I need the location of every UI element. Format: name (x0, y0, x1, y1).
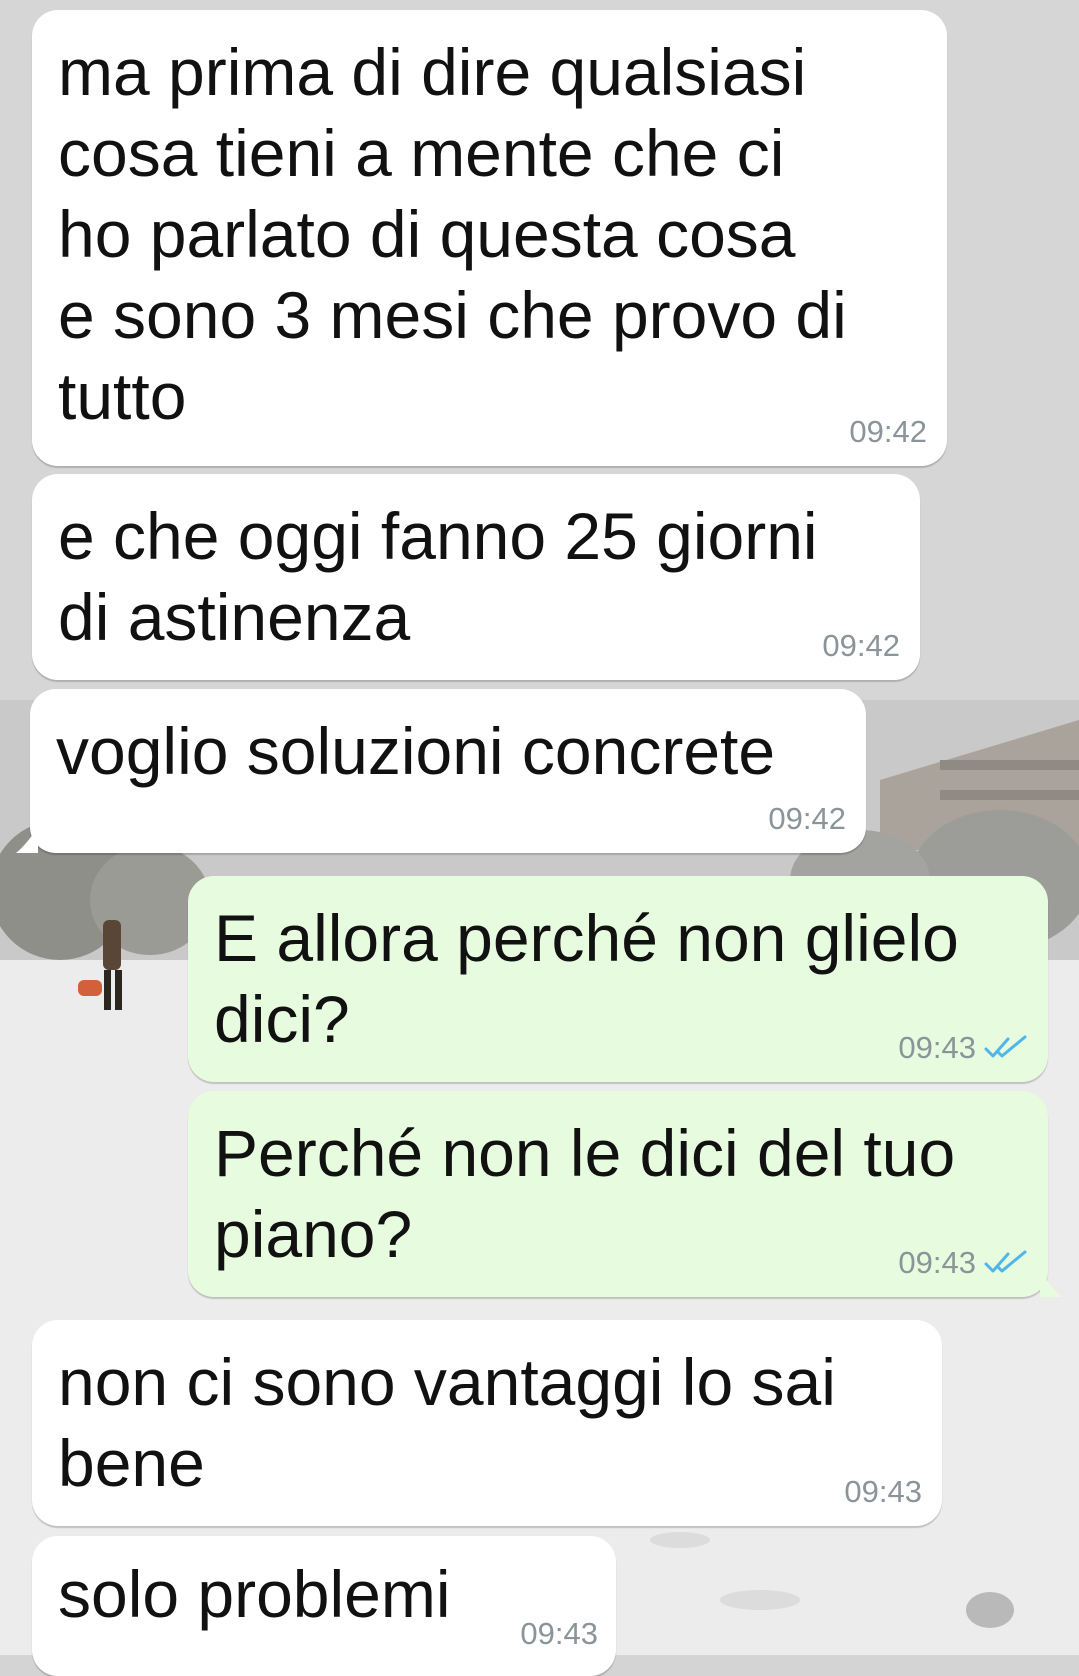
message-meta: 09:43 (898, 1245, 1028, 1281)
chat-message-list[interactable]: ma prima di dire qualsiasi cosa tieni a m… (0, 0, 1079, 1676)
message-timestamp: 09:42 (849, 414, 927, 449)
bubble-tail-icon (1040, 1271, 1062, 1297)
message-text: non ci sono vantaggi lo sai bene (58, 1345, 836, 1500)
incoming-message[interactable]: e che oggi fanno 25 giorni di astinenza 0… (32, 474, 920, 680)
incoming-message[interactable]: non ci sono vantaggi lo sai bene 09:43 (32, 1320, 942, 1526)
message-text: ma prima di dire qualsiasi cosa tieni a m… (58, 35, 847, 433)
double-check-read-icon (984, 1250, 1027, 1273)
incoming-message[interactable]: ma prima di dire qualsiasi cosa tieni a m… (32, 10, 947, 466)
message-timestamp: 09:43 (520, 1616, 598, 1651)
incoming-message[interactable]: voglio soluzioni concrete 09:42 (30, 689, 866, 853)
incoming-message[interactable]: solo problemi 09:43 (32, 1536, 616, 1676)
message-text: voglio soluzioni concrete (56, 714, 776, 788)
message-text: solo problemi (58, 1557, 451, 1631)
message-meta: 09:42 (768, 801, 846, 837)
message-timestamp: 09:43 (898, 1030, 976, 1065)
message-meta: 09:42 (849, 414, 927, 450)
message-meta: 09:43 (898, 1030, 1028, 1066)
message-meta: 09:43 (520, 1616, 598, 1652)
message-meta: 09:42 (822, 628, 900, 664)
double-check-read-icon (984, 1035, 1027, 1058)
message-timestamp: 09:42 (822, 628, 900, 663)
bubble-tail-icon (16, 827, 38, 853)
message-timestamp: 09:42 (768, 801, 846, 836)
message-timestamp: 09:43 (898, 1245, 976, 1280)
outgoing-message[interactable]: Perché non le dici del tuo piano? 09:43 (188, 1091, 1048, 1297)
message-timestamp: 09:43 (844, 1474, 922, 1509)
message-meta: 09:43 (844, 1474, 922, 1510)
message-text: e che oggi fanno 25 giorni di astinenza (58, 499, 818, 654)
outgoing-message[interactable]: E allora perché non glielo dici? 09:43 (188, 876, 1048, 1082)
